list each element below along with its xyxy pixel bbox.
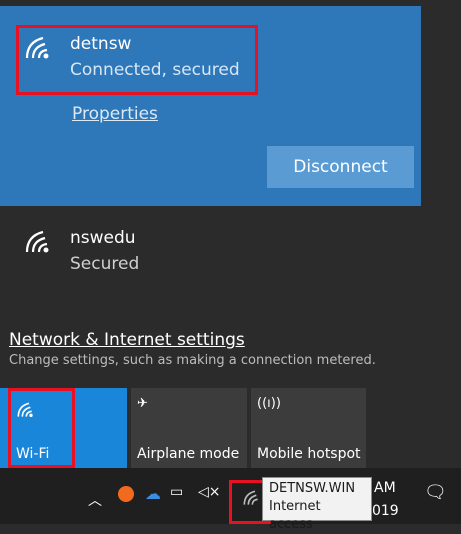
action-center-icon[interactable]: 🗨 [424, 482, 447, 503]
properties-link[interactable]: Properties [72, 104, 158, 124]
network-status: Secured [70, 254, 140, 274]
mobile-hotspot-tile[interactable]: ((ı)) Mobile hotspot [251, 388, 366, 468]
airplane-icon: ✈ [137, 396, 148, 411]
network-tooltip: DETNSW.WIN Internet access [262, 477, 372, 532]
highlight-box [16, 25, 258, 95]
volume-muted-icon[interactable]: ◁× [198, 484, 221, 500]
tooltip-line-1: DETNSW.WIN [269, 481, 356, 496]
tile-label: Airplane mode [137, 446, 240, 462]
airplane-mode-tile[interactable]: ✈ Airplane mode [131, 388, 247, 468]
network-name: nswedu [70, 228, 136, 248]
app-tray-icon[interactable] [118, 486, 134, 502]
highlight-box [8, 388, 75, 468]
tooltip-line-2: Internet access [269, 499, 321, 532]
taskbar: ︿ ☁ ▭ ◁× AM 22/07/2019 🗨 [0, 468, 461, 524]
battery-icon[interactable]: ▭ [170, 484, 183, 500]
hotspot-icon: ((ı)) [257, 396, 281, 411]
chevron-up-icon[interactable]: ︿ [88, 490, 102, 510]
disconnect-button[interactable]: Disconnect [267, 146, 414, 188]
clock-time[interactable]: AM [374, 480, 396, 496]
network-settings-link[interactable]: Network & Internet settings [9, 330, 245, 350]
wifi-signal-icon [25, 230, 49, 253]
available-network-item[interactable]: nswedu Secured [0, 206, 421, 286]
tile-label: Mobile hotspot [257, 446, 361, 462]
network-settings-description: Change settings, such as making a connec… [9, 353, 376, 368]
sync-icon[interactable]: ☁ [145, 484, 161, 503]
network-flyout: detnsw Connected, secured Properties Dis… [0, 0, 421, 468]
